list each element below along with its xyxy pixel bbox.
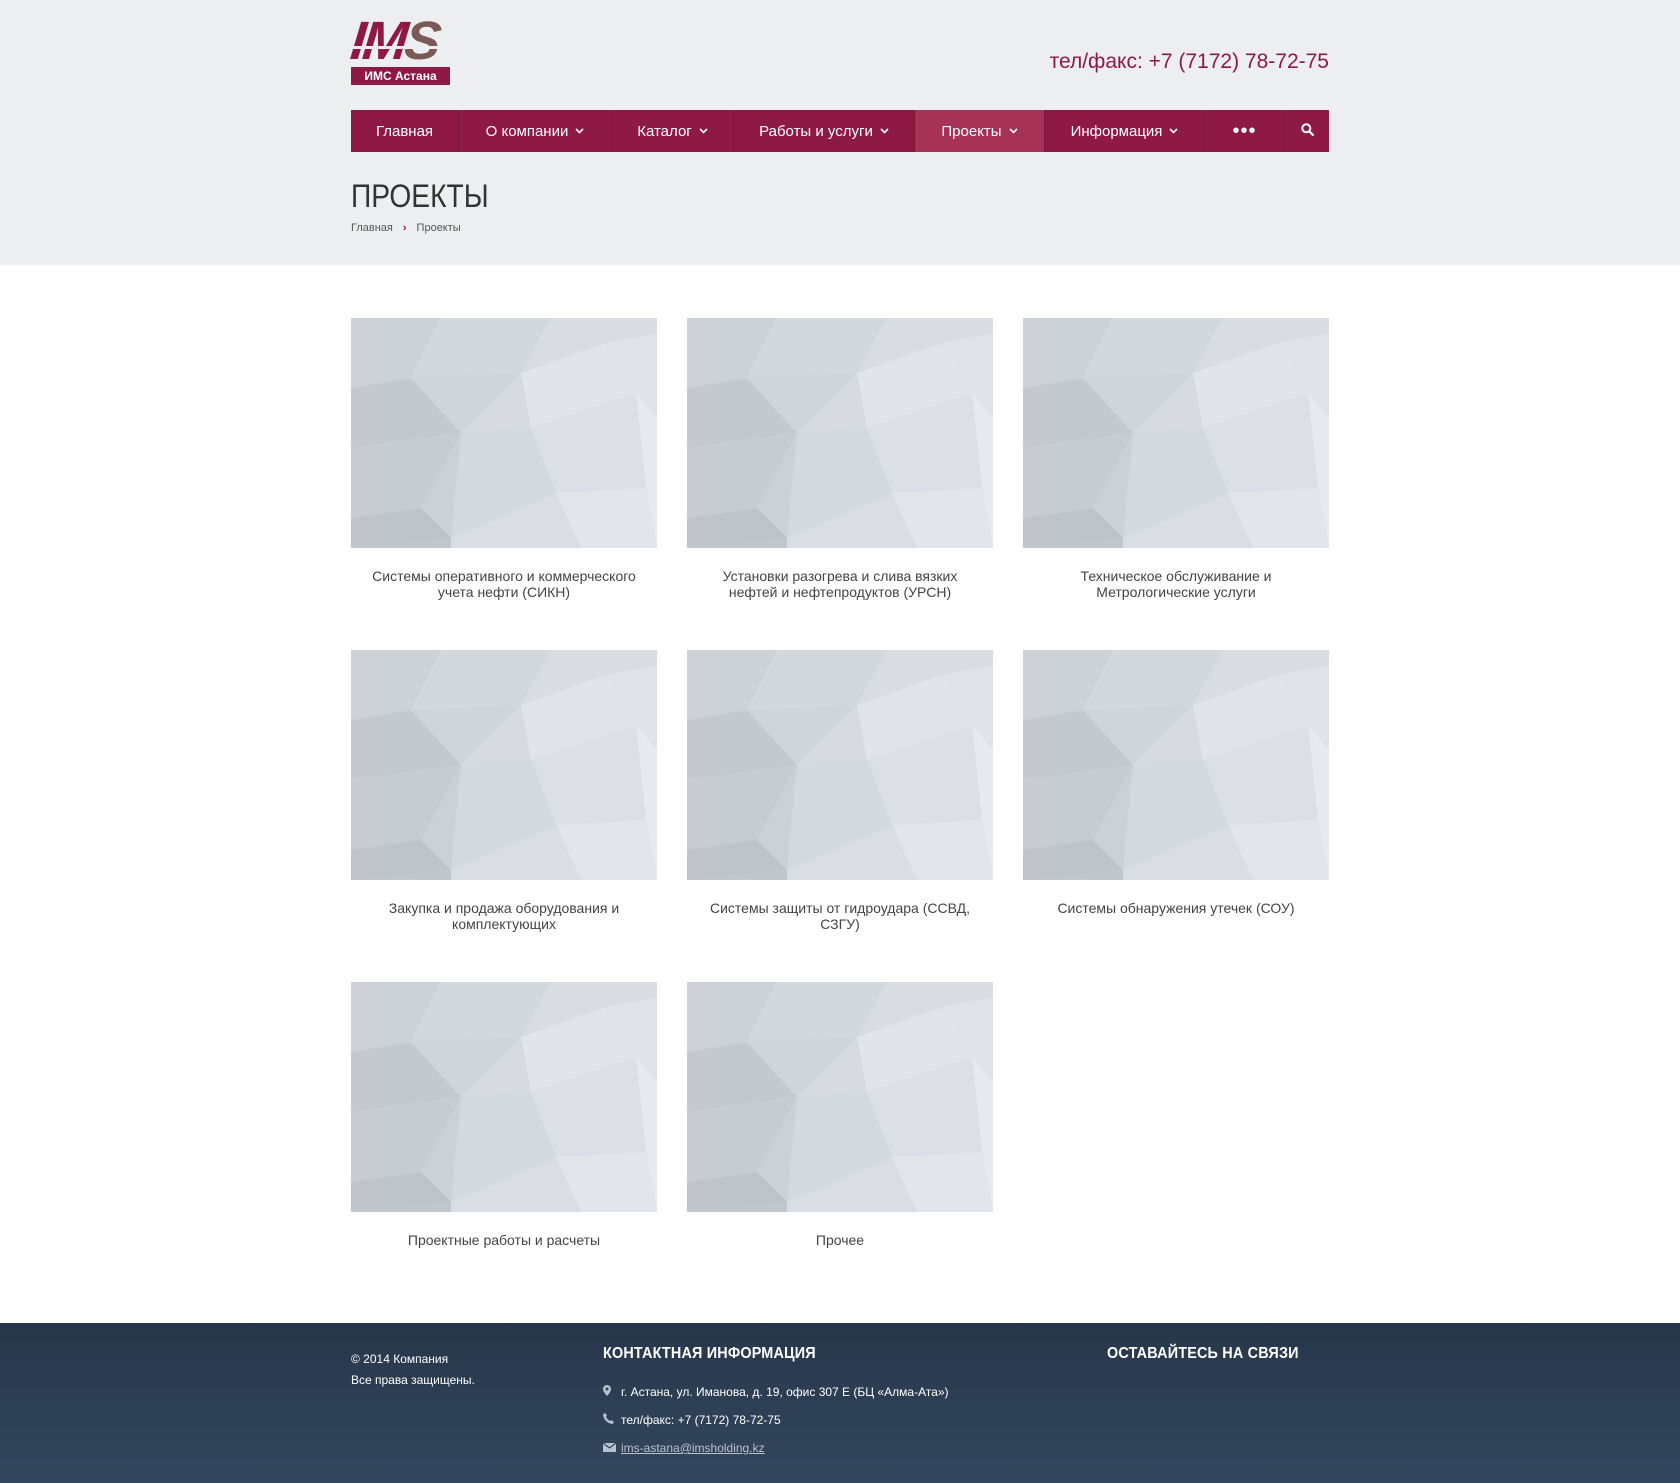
project-image bbox=[351, 982, 657, 1212]
rights-line: Все права защищены. bbox=[351, 1373, 475, 1387]
project-image bbox=[687, 982, 993, 1212]
nav-label: Каталог bbox=[637, 122, 692, 140]
project-image bbox=[1023, 650, 1329, 880]
nav-label: О компании bbox=[485, 122, 569, 140]
nav-item-projects[interactable]: Проекты bbox=[915, 110, 1045, 152]
footer-copyright: © 2014 Компания Все права защищены. bbox=[351, 1349, 475, 1391]
logo-mark: IMS bbox=[347, 11, 442, 71]
contact-address: г. Астана, ул. Иманова, д. 19, офис 307 … bbox=[603, 1385, 949, 1399]
header-area: IMS ИМС Астана тел/факс: +7 (7172) 78-72… bbox=[0, 0, 1680, 265]
nav-label: Проекты bbox=[941, 122, 1002, 140]
project-card[interactable]: Системы обнаружения утечек (СОУ) bbox=[1023, 650, 1329, 916]
phone-icon bbox=[603, 1413, 619, 1427]
map-pin-icon bbox=[603, 1385, 619, 1399]
contact-email: ims-astana@imsholding.kz bbox=[602, 1441, 949, 1455]
project-caption[interactable]: Проектные работы и расчеты bbox=[351, 1232, 657, 1248]
project-card[interactable]: Техническое обслуживание и Метрологическ… bbox=[1023, 318, 1329, 600]
nav-label: Главная bbox=[375, 122, 434, 140]
project-image bbox=[351, 650, 657, 880]
logo-stripe bbox=[351, 46, 451, 49]
project-image bbox=[687, 318, 993, 548]
header-phone: тел/факс: +7 (7172) 78-72-75 bbox=[1049, 50, 1329, 73]
more-dots-icon: ••• bbox=[1232, 119, 1257, 142]
project-card[interactable]: Установки разогрева и слива вязких нефте… bbox=[687, 318, 993, 600]
phone-text: тел/факс: +7 (7172) 78-72-75 bbox=[621, 1413, 781, 1427]
breadcrumb: Главная › Проекты bbox=[351, 222, 461, 234]
chevron-down-icon bbox=[1009, 126, 1018, 137]
project-caption[interactable]: Системы обнаружения утечек (СОУ) bbox=[1023, 900, 1329, 916]
nav-search-button[interactable] bbox=[1285, 110, 1329, 152]
project-card[interactable]: Прочее bbox=[687, 982, 993, 1248]
project-caption[interactable]: Установки разогрева и слива вязких нефте… bbox=[687, 568, 993, 600]
chevron-down-icon bbox=[1169, 126, 1178, 137]
page-title: ПРОЕКТЫ bbox=[351, 178, 489, 214]
project-card[interactable]: Закупка и продажа оборудования и комплек… bbox=[351, 650, 657, 932]
nav-item-services[interactable]: Работы и услуги bbox=[734, 110, 915, 152]
chevron-down-icon bbox=[880, 126, 889, 137]
nav-item-about[interactable]: О компании bbox=[459, 110, 612, 152]
nav-item-home[interactable]: Главная bbox=[351, 110, 459, 152]
project-image bbox=[1023, 318, 1329, 548]
footer-contacts: КОНТАКТНАЯ ИНФОРМАЦИЯ г. Астана, ул. Има… bbox=[602, 1345, 949, 1455]
breadcrumb-home-link[interactable]: Главная bbox=[351, 222, 393, 234]
project-caption[interactable]: Техническое обслуживание и Метрологическ… bbox=[1023, 568, 1329, 600]
nav-label: Информация bbox=[1070, 122, 1163, 140]
project-caption[interactable]: Системы оперативного и коммерческого уче… bbox=[351, 568, 657, 600]
footer: © 2014 Компания Все права защищены. КОНТ… bbox=[0, 1323, 1680, 1483]
contact-heading: КОНТАКТНАЯ ИНФОРМАЦИЯ bbox=[603, 1345, 816, 1362]
project-image bbox=[687, 650, 993, 880]
project-card[interactable]: Системы оперативного и коммерческого уче… bbox=[351, 318, 657, 600]
nav-item-info[interactable]: Информация bbox=[1045, 110, 1205, 152]
chevron-down-icon bbox=[699, 126, 708, 137]
project-caption[interactable]: Закупка и продажа оборудования и комплек… bbox=[351, 900, 657, 932]
site-logo[interactable]: IMS ИМС Астана bbox=[347, 11, 451, 88]
nav-item-catalog[interactable]: Каталог bbox=[612, 110, 734, 152]
contact-phone: тел/факс: +7 (7172) 78-72-75 bbox=[603, 1413, 949, 1427]
nav-more-button[interactable]: ••• bbox=[1205, 110, 1285, 152]
breadcrumb-separator-icon: › bbox=[402, 222, 407, 234]
email-link[interactable]: ims-astana@imsholding.kz bbox=[621, 1441, 765, 1455]
project-card[interactable]: Проектные работы и расчеты bbox=[351, 982, 657, 1248]
address-text: г. Астана, ул. Иманова, д. 19, офис 307 … bbox=[621, 1385, 949, 1399]
project-card[interactable]: Системы защиты от гидроудара (ССВД, СЗГУ… bbox=[687, 650, 993, 932]
search-icon bbox=[1300, 122, 1314, 140]
social-heading: ОСТАВАЙТЕСЬ НА СВЯЗИ bbox=[1107, 1345, 1299, 1362]
project-caption[interactable]: Прочее bbox=[687, 1232, 993, 1248]
chevron-down-icon bbox=[575, 126, 584, 137]
project-caption[interactable]: Системы защиты от гидроудара (ССВД, СЗГУ… bbox=[687, 900, 993, 932]
project-image bbox=[351, 318, 657, 548]
nav-label: Работы и услуги bbox=[759, 122, 873, 140]
breadcrumb-current: Проекты bbox=[416, 222, 461, 234]
envelope-icon bbox=[602, 1441, 619, 1455]
footer-social: ОСТАВАЙТЕСЬ НА СВЯЗИ bbox=[1107, 1345, 1320, 1363]
main-nav: Главная О компании Каталог Работы и услу… bbox=[351, 110, 1329, 152]
copyright-line: © 2014 Компания bbox=[351, 1352, 449, 1366]
